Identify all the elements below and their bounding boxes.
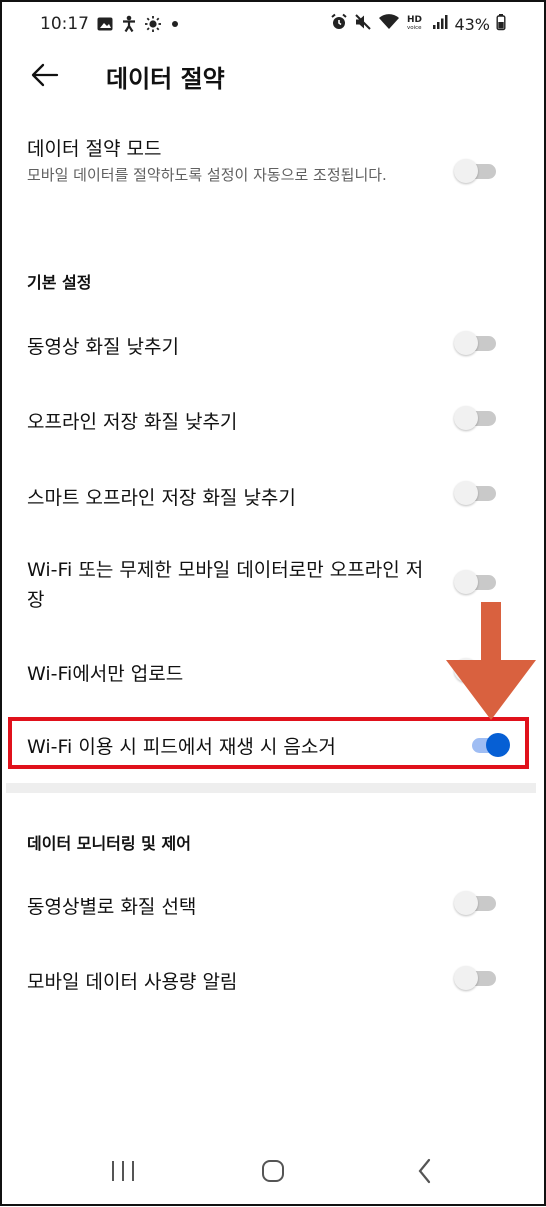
back-arrow-icon[interactable]	[28, 58, 62, 92]
accessibility-icon	[120, 15, 138, 37]
hd-voice-icon: HD voice	[406, 13, 426, 35]
data-saver-row[interactable]: 데이터 절약 모드 모바일 데이터를 절약하도록 설정이 자동으로 조정됩니다.	[0, 130, 546, 220]
section-basic-settings: 기본 설정	[27, 273, 92, 292]
per-video-quality-toggle[interactable]	[454, 890, 498, 916]
app-bar: 데이터 절약	[0, 48, 546, 104]
down-arrow-annotation-icon	[442, 602, 542, 722]
section-divider	[6, 783, 536, 793]
image-icon	[96, 15, 114, 37]
battery-icon	[496, 13, 506, 35]
lower-offline-quality-toggle[interactable]	[454, 405, 498, 431]
wifi-only-offline-toggle[interactable]	[454, 569, 498, 595]
alarm-icon	[330, 13, 348, 35]
signal-icon	[432, 13, 448, 35]
lower-video-quality-toggle[interactable]	[454, 330, 498, 356]
smart-offline-quality-toggle[interactable]	[454, 480, 498, 506]
section-data-monitoring: 데이터 모니터링 및 제어	[27, 834, 191, 853]
list-item[interactable]: 동영상 화질 낮추기	[0, 318, 546, 368]
list-item[interactable]: 스마트 오프라인 저장 화질 낮추기	[0, 468, 546, 518]
status-time: 10:17	[40, 14, 89, 34]
setting-label: 모바일 데이터 사용량 알림	[27, 971, 238, 993]
battery-percent: 43%	[454, 14, 490, 34]
system-nav-bar	[0, 1135, 546, 1207]
setting-label: 동영상 화질 낮추기	[27, 336, 179, 358]
recents-icon[interactable]	[110, 1159, 136, 1187]
setting-label: 스마트 오프라인 저장 화질 낮추기	[27, 487, 296, 509]
setting-label: 오프라인 저장 화질 낮추기	[27, 411, 238, 433]
setting-label: Wi-Fi에서만 업로드	[27, 663, 184, 685]
data-saver-title: 데이터 절약 모드	[27, 138, 162, 160]
back-icon[interactable]	[414, 1157, 436, 1189]
dot-icon	[168, 15, 182, 37]
data-saver-toggle[interactable]	[454, 158, 498, 184]
list-item[interactable]: 동영상별로 화질 선택	[0, 878, 546, 928]
svg-text:HD: HD	[407, 15, 422, 25]
setting-label: Wi-Fi 또는 무제한 모바일 데이터로만 오프라인 저장	[27, 559, 424, 611]
mute-icon	[354, 13, 372, 35]
page-title: 데이터 절약	[106, 65, 225, 93]
setting-label: 동영상별로 화질 선택	[27, 896, 197, 918]
mobile-data-usage-alert-toggle[interactable]	[454, 965, 498, 991]
list-item[interactable]: 오프라인 저장 화질 낮추기	[0, 393, 546, 443]
svg-text:voice: voice	[407, 25, 422, 31]
wifi-icon	[378, 13, 400, 35]
status-bar: 10:17 HD voice 43%	[0, 0, 546, 52]
list-item[interactable]: 모바일 데이터 사용량 알림	[0, 953, 546, 1003]
data-saver-subtitle: 모바일 데이터를 절약하도록 설정이 자동으로 조정됩니다.	[27, 166, 387, 184]
brightness-icon	[144, 15, 162, 37]
highlight-box	[8, 717, 529, 769]
home-icon[interactable]	[260, 1158, 286, 1188]
